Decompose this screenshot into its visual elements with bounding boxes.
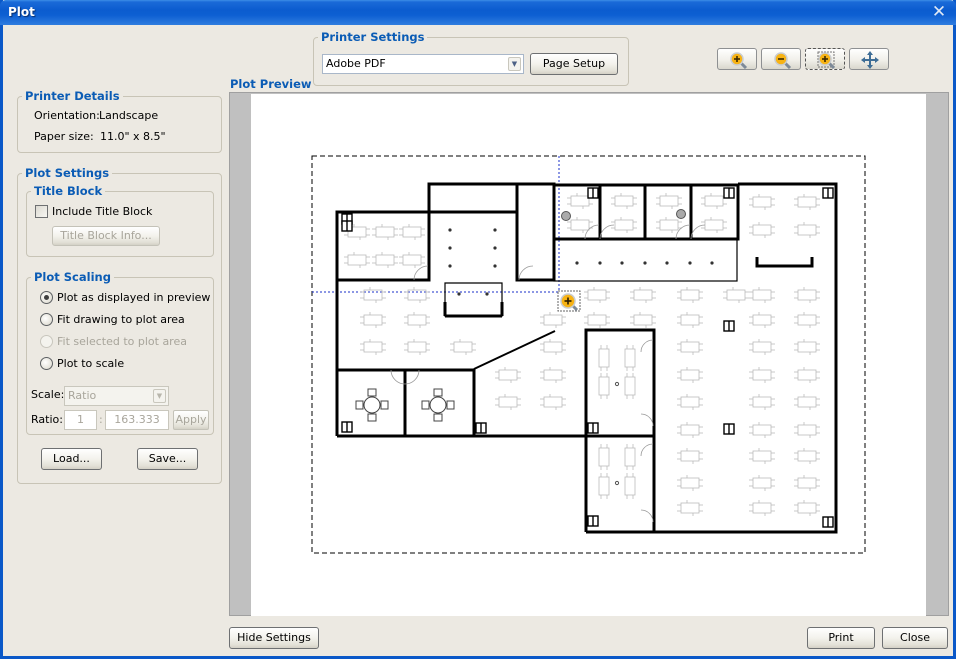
zoom-window-button[interactable] (805, 48, 845, 70)
radio-plot-as-displayed[interactable] (40, 291, 53, 304)
ratio-left-input[interactable]: 1 (64, 410, 97, 430)
pan-icon (861, 51, 879, 69)
plot-area-boundary (311, 155, 866, 554)
title-block-group: Title Block (26, 184, 214, 257)
zoom-window-icon (817, 51, 836, 69)
close-button[interactable]: Close (882, 627, 948, 649)
orientation-label: Orientation: (34, 109, 100, 122)
printer-settings-legend: Printer Settings (321, 30, 425, 44)
scale-label: Scale: (31, 388, 65, 401)
furniture (343, 192, 821, 517)
plot-preview[interactable] (229, 92, 949, 616)
ratio-label: Ratio: (31, 413, 63, 426)
radio-plot-to-scale-label[interactable]: Plot to scale (57, 357, 124, 370)
printer-select-value: Adobe PDF (326, 57, 386, 70)
plot-settings-legend: Plot Settings (25, 166, 110, 180)
paper-size-value: 11.0" x 8.5" (100, 130, 166, 143)
printer-details-legend: Printer Details (25, 89, 120, 103)
include-title-block-checkbox[interactable] (35, 205, 48, 218)
zoom-out-button[interactable] (761, 48, 801, 70)
radio-plot-as-displayed-label[interactable]: Plot as displayed in preview (57, 291, 210, 304)
radio-fit-selected-label[interactable]: Fit selected to plot area (57, 335, 187, 348)
title-bar[interactable]: Plot ✕ (0, 0, 956, 25)
plot-dialog: Plot ✕ Printer Settings Adobe PDF ▼ Page… (0, 0, 956, 659)
radio-plot-to-scale[interactable] (40, 357, 53, 370)
radio-fit-drawing-label[interactable]: Fit drawing to plot area (57, 313, 185, 326)
plot-scaling-legend: Plot Scaling (34, 270, 111, 284)
zoom-cursor-icon (557, 290, 581, 312)
hide-settings-button[interactable]: Hide Settings (229, 627, 319, 649)
scale-select-value: Ratio (68, 389, 97, 402)
zoom-out-icon (774, 52, 792, 69)
chevron-down-icon[interactable]: ▼ (508, 57, 521, 71)
plot-preview-label: Plot Preview (230, 77, 312, 91)
radio-fit-selected[interactable] (40, 335, 53, 348)
window-title: Plot (8, 5, 35, 19)
title-block-legend: Title Block (34, 184, 103, 198)
save-button[interactable]: Save... (137, 448, 198, 470)
close-icon[interactable]: ✕ (930, 3, 948, 21)
ceiling-lights (448, 209, 714, 486)
load-button[interactable]: Load... (41, 448, 102, 470)
scale-select[interactable]: Ratio ▼ (64, 386, 169, 406)
preview-paper (251, 94, 926, 616)
include-title-block-label[interactable]: Include Title Block (52, 205, 152, 218)
door-arcs (390, 224, 706, 523)
orientation-value: Landscape (99, 109, 159, 122)
ratio-separator: : (99, 413, 103, 426)
apply-button[interactable]: Apply (173, 410, 209, 430)
printer-select[interactable]: Adobe PDF ▼ (322, 54, 524, 74)
page-setup-button[interactable]: Page Setup (530, 53, 618, 75)
walls (335, 182, 838, 534)
pan-button[interactable] (849, 48, 889, 70)
title-block-info-button[interactable]: Title Block Info... (52, 226, 160, 246)
zoom-in-button[interactable] (717, 48, 757, 70)
print-button[interactable]: Print (807, 627, 875, 649)
floor-plan-drawing[interactable] (251, 94, 926, 616)
paper-size-label: Paper size: (34, 130, 94, 143)
ratio-right-input[interactable]: 163.333 (105, 410, 169, 430)
chevron-down-icon[interactable]: ▼ (153, 389, 166, 403)
radio-fit-drawing[interactable] (40, 313, 53, 326)
zoom-in-icon (730, 52, 748, 69)
